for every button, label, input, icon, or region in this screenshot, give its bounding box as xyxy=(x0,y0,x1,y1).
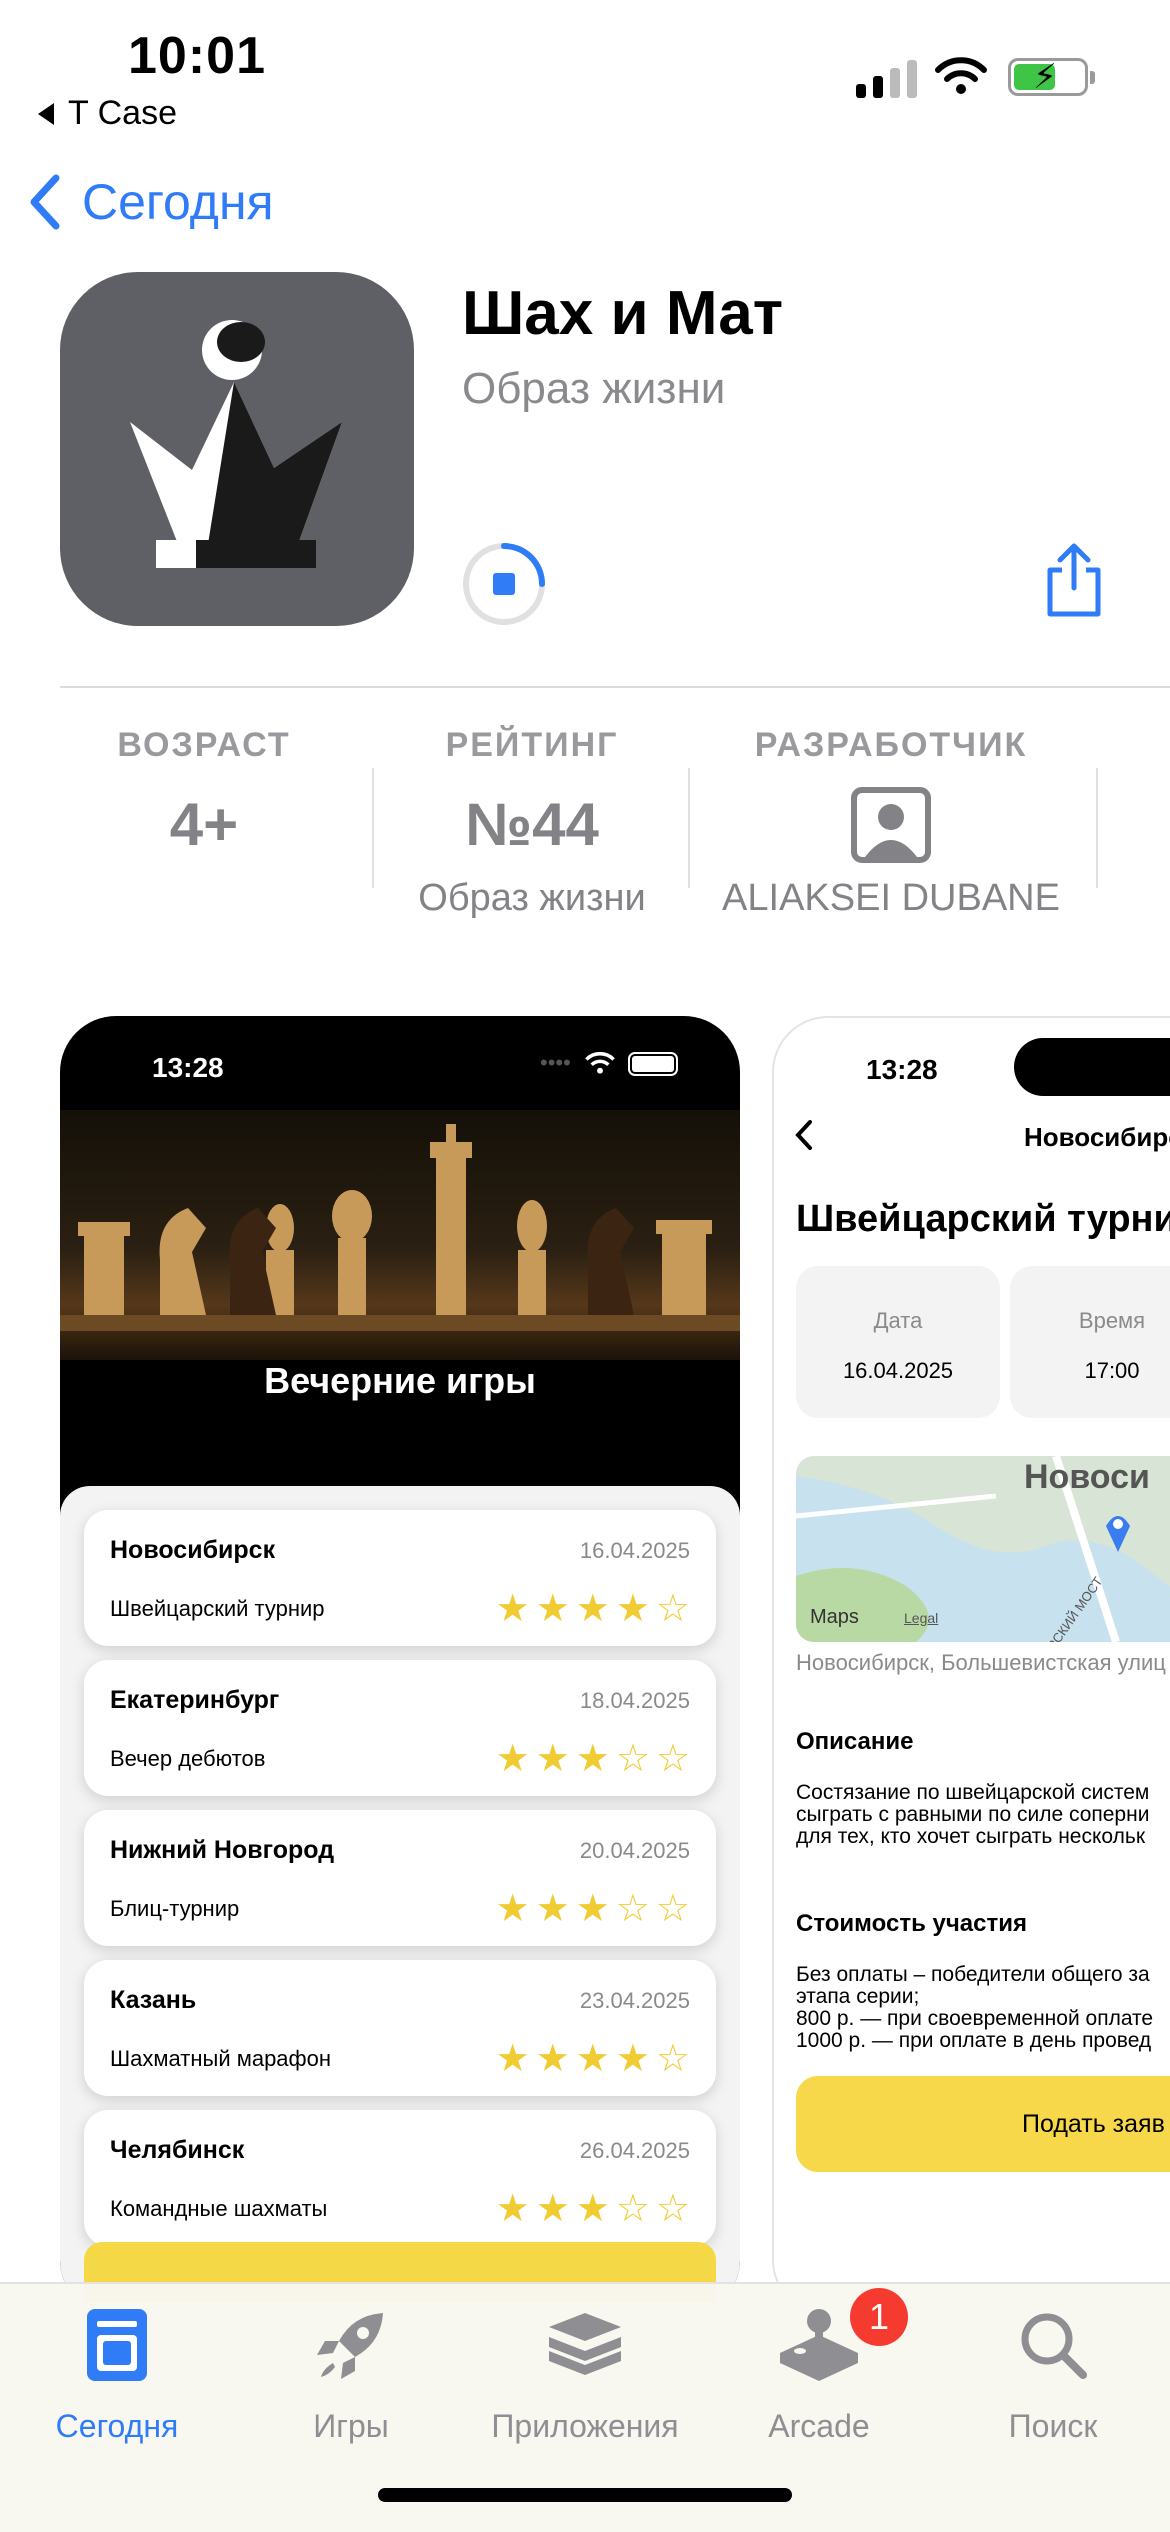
s2-status-time: 13:28 xyxy=(866,1054,938,1085)
cost-line: 800 р. — при своевременной оплате xyxy=(796,2007,1154,2030)
battery-icon: ⚡ xyxy=(1008,58,1095,96)
description-heading: Описание xyxy=(796,1728,914,1755)
back-button[interactable]: Сегодня xyxy=(26,172,274,232)
map-preview: Новоси Maps Legal РСКИЙ МОСТ xyxy=(796,1456,1170,1642)
tab-today[interactable]: Сегодня xyxy=(0,2300,234,2445)
info-divider xyxy=(688,768,690,888)
cost-line: 1000 р. — при оплате в день провед xyxy=(796,2029,1152,2052)
tab-search[interactable]: Поиск xyxy=(936,2300,1170,2445)
description-line: для тех, кто хочет сыграть нескольк xyxy=(796,1825,1146,1848)
s2-nav-title: Новосибирс xyxy=(1024,1122,1170,1152)
search-icon xyxy=(1021,2313,1087,2379)
cost-line: Без оплаты – победители общего за xyxy=(796,1963,1150,1986)
event-card[interactable]: Нижний Новгород 20.04.2025 Блиц-турнир ★… xyxy=(84,1810,716,1946)
map-city-label: Новоси xyxy=(1024,1458,1150,1496)
time-box: Время 17:00 xyxy=(1010,1266,1170,1418)
maps-logo: Maps xyxy=(810,1606,859,1628)
s1-status-time: 13:28 xyxy=(152,1052,224,1083)
back-label: Сегодня xyxy=(82,174,274,230)
chess-king-logo xyxy=(130,320,342,568)
rocket-icon xyxy=(317,2313,383,2379)
info-developer[interactable]: РАЗРАБОТЧИК ALIAKSEI DUBANE xyxy=(706,726,1076,920)
event-card[interactable]: Екатеринбург 18.04.2025 Вечер дебютов ★★… xyxy=(84,1660,716,1796)
s2-chevron-left-icon xyxy=(795,1120,812,1150)
address: Новосибирск, Большевистская улиц xyxy=(796,1650,1166,1675)
tab-apps[interactable]: Приложения xyxy=(468,2300,702,2445)
s1-wifi-icon xyxy=(585,1051,615,1074)
home-indicator xyxy=(378,2488,792,2502)
description-line: Состязание по швейцарской систем xyxy=(796,1781,1150,1804)
app-icon xyxy=(60,272,414,626)
star-rating: ★★★★☆ xyxy=(495,1588,696,1630)
cellular-signal-icon xyxy=(856,60,917,98)
date-box: Дата 16.04.2025 xyxy=(796,1266,1000,1418)
app-category: Образ жизни xyxy=(462,364,726,413)
info-divider xyxy=(1096,768,1098,888)
star-rating: ★★★☆☆ xyxy=(495,1738,696,1780)
map-legal-link[interactable]: Legal xyxy=(904,1610,938,1626)
s2-event-title: Швейцарский турнир xyxy=(796,1198,1170,1240)
stop-icon xyxy=(493,573,515,595)
star-rating: ★★★☆☆ xyxy=(495,1888,696,1930)
cost-line: этапа серии; xyxy=(796,1985,920,2008)
back-to-app-link[interactable]: T Case xyxy=(38,94,177,133)
back-app-label: T Case xyxy=(68,94,177,132)
apply-button[interactable]: Подать заяв xyxy=(796,2076,1170,2172)
screenshot-2[interactable]: 13:28 Новосибирс Швейцарский турнир Дата… xyxy=(772,1016,1170,2316)
s1-heading: Вечерние игры xyxy=(264,1360,536,1401)
wifi-icon xyxy=(935,57,987,94)
event-card[interactable]: Новосибирск 16.04.2025 Швейцарский турни… xyxy=(84,1510,716,1646)
s1-signal-icon: •••• xyxy=(540,1050,571,1075)
description-line: сыграть с равными по силе соперни xyxy=(796,1803,1150,1826)
download-progress-button[interactable] xyxy=(460,540,548,628)
chess-pieces-image xyxy=(60,1110,740,1360)
star-rating: ★★★★☆ xyxy=(495,2038,696,2080)
event-card[interactable]: Казань 23.04.2025 Шахматный марафон ★★★★… xyxy=(84,1960,716,2096)
star-rating: ★★★☆☆ xyxy=(495,2188,696,2230)
dynamic-island xyxy=(1014,1038,1170,1096)
app-title: Шах и Мат xyxy=(462,279,784,348)
info-age: ВОЗРАСТ 4+ xyxy=(117,726,291,858)
layers-icon xyxy=(549,2313,621,2375)
back-triangle-icon xyxy=(38,102,54,125)
today-icon xyxy=(87,2309,147,2381)
cost-heading: Стоимость участия xyxy=(796,1910,1027,1937)
developer-avatar-icon xyxy=(851,787,931,863)
chevron-left-icon xyxy=(30,174,60,230)
status-time: 10:01 xyxy=(128,27,266,85)
event-card[interactable]: Челябинск 26.04.2025 Командные шахматы ★… xyxy=(84,2110,716,2246)
s1-battery-icon xyxy=(628,1052,678,1076)
header-divider xyxy=(60,686,1170,688)
share-icon[interactable] xyxy=(1042,540,1106,620)
tab-games[interactable]: Игры xyxy=(234,2300,468,2445)
arcade-notification-badge: 1 xyxy=(850,2288,908,2346)
info-rating[interactable]: РЕЙТИНГ №44 Образ жизни xyxy=(374,726,690,920)
screenshot-1[interactable]: 13:28 •••• Вечерние игры Новосибирск 16.… xyxy=(60,1016,740,2316)
